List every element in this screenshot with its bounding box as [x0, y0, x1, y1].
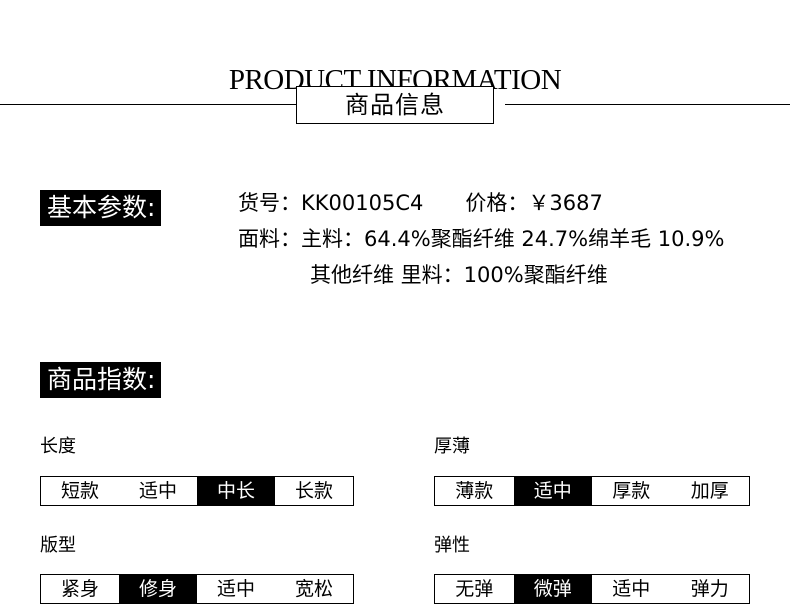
fit-option: 修身: [119, 575, 197, 603]
elasticity-option: 无弹: [455, 578, 494, 600]
thickness-option: 薄款: [455, 480, 494, 502]
header-divider-left: [0, 104, 296, 105]
fit-title: 版型: [40, 535, 76, 556]
length-title: 长度: [40, 436, 76, 457]
length-option: 长款: [294, 480, 333, 502]
fabric-line-continued: 其他纤维 里料：100%聚酯纤维: [310, 263, 608, 287]
basic-params-label: 基本参数:: [40, 190, 162, 226]
thickness-title: 厚薄: [434, 436, 470, 457]
product-code-price: 货号：KK00105C4 价格：￥3687: [238, 191, 603, 215]
length-option: 中长: [197, 477, 275, 505]
length-option: 适中: [138, 480, 177, 502]
elasticity-option: 适中: [612, 578, 651, 600]
fabric-line: 面料：主料：64.4%聚酯纤维 24.7%绵羊毛 10.9%: [238, 227, 725, 251]
elasticity-option: 弹力: [690, 578, 729, 600]
thickness-scale: 薄款 适中 厚款 加厚: [434, 476, 750, 506]
fit-option: 适中: [216, 578, 255, 600]
elasticity-option: 微弹: [513, 575, 592, 603]
header-divider-right: [505, 104, 790, 105]
length-scale: 短款 适中 中长 长款: [40, 476, 354, 506]
thickness-option: 加厚: [690, 480, 729, 502]
fit-option: 宽松: [294, 578, 333, 600]
header-title-cn: 商品信息: [296, 86, 494, 124]
elasticity-title: 弹性: [434, 535, 470, 556]
fit-option: 紧身: [60, 578, 99, 600]
length-option: 短款: [60, 480, 99, 502]
thickness-option: 适中: [513, 477, 592, 505]
thickness-option: 厚款: [612, 480, 651, 502]
product-index-label: 商品指数:: [40, 362, 162, 398]
fit-scale: 紧身 修身 适中 宽松: [40, 574, 354, 604]
elasticity-scale: 无弹 微弹 适中 弹力: [434, 574, 750, 604]
